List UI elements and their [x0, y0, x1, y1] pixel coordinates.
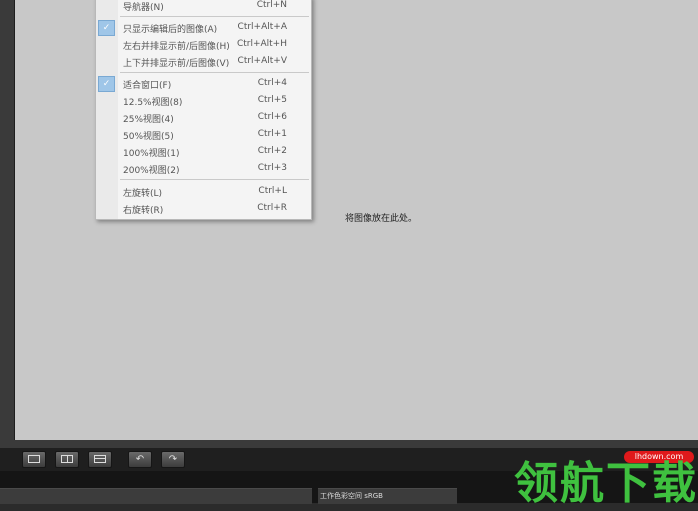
view-context-menu: 导航器(N) Ctrl+N ✓ 只显示编辑后的图像(A) Ctrl+Alt+A …	[95, 0, 312, 220]
menu-item-label: 200%视图(2)	[123, 166, 180, 176]
menu-item-label: 适合窗口(F)	[123, 81, 172, 91]
single-view-icon	[28, 455, 40, 463]
menu-item-label: 只显示编辑后的图像(A)	[123, 25, 218, 35]
menu-item-shortcut: Ctrl+Alt+H	[236, 39, 287, 49]
rotate-left-button[interactable]: ↶	[128, 451, 152, 468]
menu-item-zoom-25[interactable]: 25%视图(4) Ctrl+6	[96, 109, 311, 126]
menu-item-zoom-50[interactable]: 50%视图(5) Ctrl+1	[96, 126, 311, 143]
menu-item-label: 50%视图(5)	[123, 132, 174, 142]
menu-item-label: 上下并排显示前/后图像(V)	[123, 59, 230, 69]
menu-item-shortcut: Ctrl+Alt+V	[237, 56, 287, 66]
menu-item-shortcut: Ctrl+3	[257, 163, 287, 173]
status-panel-left	[0, 488, 312, 504]
menu-item-rotate-left[interactable]: 左旋转(L) Ctrl+L	[96, 183, 311, 200]
menu-item-shortcut: Ctrl+5	[257, 95, 287, 105]
menu-item-show-edited-only[interactable]: ✓ 只显示编辑后的图像(A) Ctrl+Alt+A	[96, 19, 311, 36]
side-by-side-view-button[interactable]	[55, 451, 79, 468]
menu-item-label: 25%视图(4)	[123, 115, 174, 125]
menu-item-label: 左右并排显示前/后图像(H)	[123, 42, 230, 52]
menu-separator	[120, 16, 309, 17]
rotate-right-icon: ↷	[168, 454, 178, 465]
menu-item-shortcut: Ctrl+L	[258, 186, 287, 196]
color-space-label: 工作色彩空间 sRGB	[320, 492, 383, 500]
menu-item-zoom-200[interactable]: 200%视图(2) Ctrl+3	[96, 160, 311, 177]
menu-item-label: 左旋转(L)	[123, 189, 163, 199]
menu-item-label: 导航器(N)	[123, 3, 164, 13]
menu-item-shortcut: Ctrl+1	[257, 129, 287, 139]
rotate-left-icon: ↶	[135, 454, 145, 465]
menu-item-shortcut: Ctrl+4	[257, 78, 287, 88]
menu-item-navigator[interactable]: 导航器(N) Ctrl+N	[96, 0, 311, 14]
status-panel-color-space[interactable]: 工作色彩空间 sRGB	[318, 488, 457, 504]
menu-item-label: 100%视图(1)	[123, 149, 180, 159]
check-icon: ✓	[98, 76, 115, 92]
menu-item-fit-window[interactable]: ✓ 适合窗口(F) Ctrl+4	[96, 75, 311, 92]
side-by-side-view-icon	[61, 455, 73, 463]
menu-item-top-bottom[interactable]: 上下并排显示前/后图像(V) Ctrl+Alt+V	[96, 53, 311, 70]
menu-item-shortcut: Ctrl+2	[257, 146, 287, 156]
top-bottom-view-button[interactable]	[88, 451, 112, 468]
single-view-button[interactable]	[22, 451, 46, 468]
menu-item-rotate-right[interactable]: 右旋转(R) Ctrl+R	[96, 200, 311, 217]
menu-item-shortcut: Ctrl+N	[256, 0, 287, 10]
menu-separator	[120, 72, 309, 73]
menu-item-zoom-100[interactable]: 100%视图(1) Ctrl+2	[96, 143, 311, 160]
menu-item-label: 12.5%视图(8)	[123, 98, 183, 108]
top-bottom-view-icon	[94, 455, 106, 463]
menu-item-shortcut: Ctrl+Alt+A	[237, 22, 287, 32]
menu-item-zoom-12-5[interactable]: 12.5%视图(8) Ctrl+5	[96, 92, 311, 109]
check-icon: ✓	[98, 20, 115, 36]
menu-item-side-by-side[interactable]: 左右并排显示前/后图像(H) Ctrl+Alt+H	[96, 36, 311, 53]
rotate-right-button[interactable]: ↷	[161, 451, 185, 468]
watermark-brand: 领航下载	[514, 458, 698, 509]
drop-hint-text: 将图像放在此处。	[345, 214, 418, 224]
menu-item-shortcut: Ctrl+R	[257, 203, 287, 213]
menu-separator	[120, 179, 309, 180]
menu-item-label: 右旋转(R)	[123, 206, 164, 216]
menu-item-shortcut: Ctrl+6	[257, 112, 287, 122]
